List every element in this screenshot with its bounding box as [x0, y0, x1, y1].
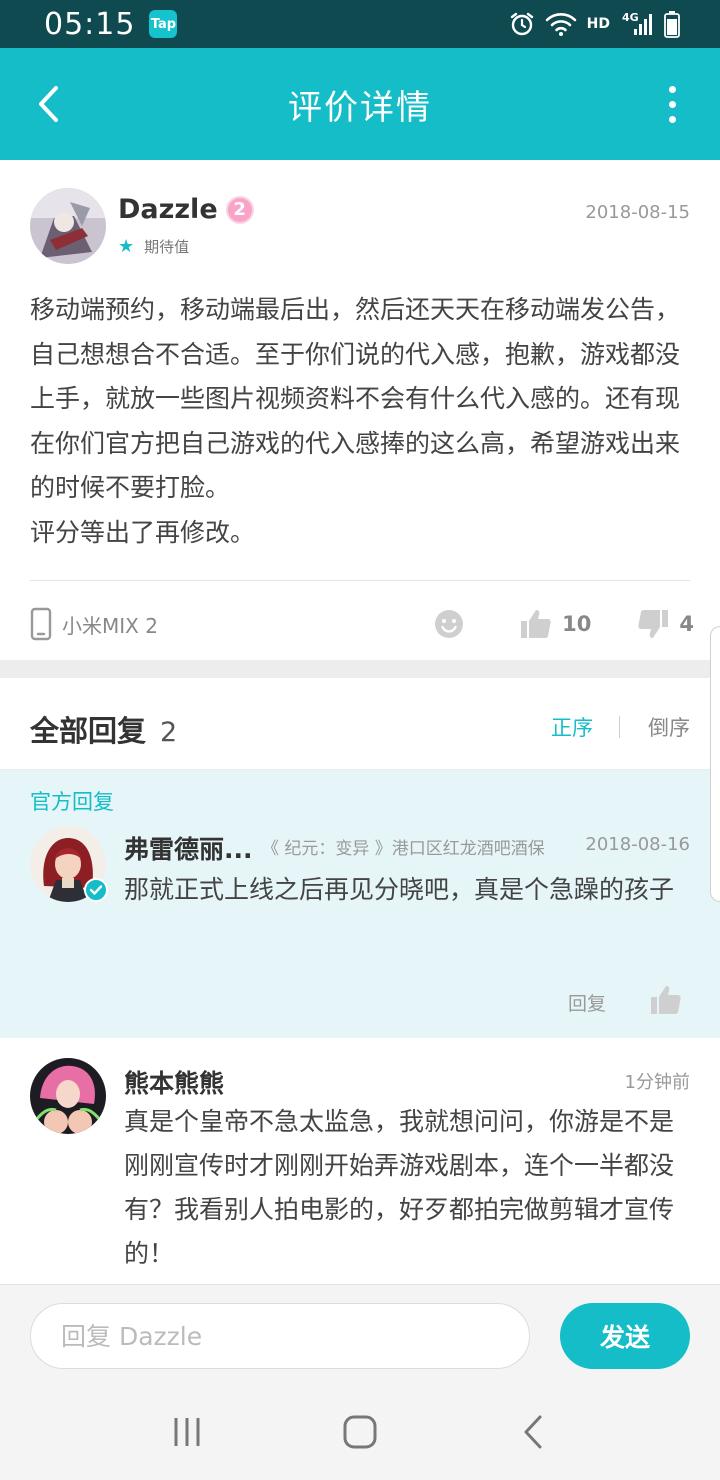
more-dot	[668, 85, 676, 93]
reply-input-bar: 发送	[0, 1284, 720, 1384]
reply-input[interactable]	[30, 1303, 530, 1369]
reviewer-name-text: Dazzle	[118, 194, 218, 225]
level-badge: 2	[225, 195, 254, 224]
app-bar: 评价详情	[0, 48, 720, 160]
reviewer-name[interactable]: Dazzle 2	[118, 194, 254, 225]
system-nav-bar	[0, 1384, 720, 1480]
review-date: 2018-08-15	[585, 202, 690, 223]
back-arrow-icon	[524, 1415, 542, 1449]
more-dot	[668, 115, 676, 123]
replies-title-text: 全部回复	[30, 714, 147, 748]
device-name: 小米MIX 2	[62, 613, 158, 638]
expectation-rating: ★ 期待值	[118, 236, 189, 257]
recent-apps-button[interactable]	[157, 1402, 217, 1462]
wifi-icon	[545, 13, 576, 36]
reply-text: 真是个皇帝不急太监急，我就想问问，你游是不是刚刚宣传时才刚刚开始弄游戏剧本，连个…	[124, 1107, 675, 1268]
review-paragraph: 评分等出了再修改。	[30, 517, 256, 547]
scrollbar[interactable]	[710, 626, 720, 902]
thumbs-down-icon	[638, 610, 669, 638]
sort-divider	[619, 716, 620, 738]
page-title: 评价详情	[288, 87, 432, 128]
sort-ascending-button[interactable]: 正序	[551, 712, 593, 742]
tap-app-icon: Tap	[149, 10, 178, 38]
home-button[interactable]	[330, 1402, 390, 1462]
reply-avatar[interactable]	[30, 1058, 106, 1134]
verified-badge-icon	[84, 878, 108, 902]
official-avatar[interactable]	[30, 826, 108, 902]
review-actions: 10 4	[434, 608, 694, 640]
emoji-button[interactable]	[434, 609, 464, 639]
official-reply-text: 那就正式上线之后再见分晓吧，真是个急躁的孩子	[124, 875, 675, 904]
official-like-button[interactable]	[650, 984, 682, 1021]
dislike-button[interactable]: 4	[637, 608, 694, 640]
sort-control: 正序 倒序	[551, 712, 690, 742]
reply-item: 熊本熊熊 1分钟前 真是个皇帝不急太监急，我就想问问，你游是不是刚刚宣传时才刚刚…	[0, 1038, 720, 1284]
status-bar: 05:15 Tap HD 4G	[0, 0, 720, 48]
like-button[interactable]: 10	[520, 608, 591, 640]
device-info: 小米MIX 2	[30, 607, 158, 641]
dislike-count: 4	[679, 612, 694, 636]
expectation-label: 期待值	[144, 238, 190, 256]
system-back-button[interactable]	[503, 1402, 563, 1462]
recent-apps-icon	[174, 1418, 200, 1446]
alarm-icon	[510, 12, 533, 36]
sort-descending-button[interactable]: 倒序	[648, 712, 690, 742]
like-count: 10	[562, 612, 592, 636]
reviewer-avatar[interactable]	[30, 188, 106, 264]
home-icon	[343, 1415, 377, 1449]
replies-count: 2	[160, 717, 178, 748]
review-paragraph: 移动端预约，移动端最后出，然后还天天在移动端发公告，自己想想合不合适。至于你们说…	[30, 295, 681, 502]
review-footer: 小米MIX 2 10 4	[30, 602, 694, 646]
section-separator	[0, 660, 720, 678]
network-label: 4G	[622, 11, 639, 24]
more-options-button[interactable]	[660, 78, 684, 130]
thumbs-up-icon	[651, 986, 681, 1014]
official-reply-date: 2018-08-16	[585, 834, 690, 855]
official-reply-tag: 官方回复	[30, 790, 114, 814]
status-time: 05:15	[44, 6, 136, 42]
official-reply-name[interactable]: 弗雷德丽...	[124, 830, 253, 866]
status-icons: HD 4G	[509, 10, 680, 38]
battery-icon	[664, 11, 680, 38]
phone-icon	[30, 607, 52, 641]
official-reply: 官方回复 弗雷德丽... 《 纪元：变异 》港口区红龙酒吧酒保 2018-08-…	[0, 770, 720, 1038]
review-body: 移动端预约，移动端最后出，然后还天天在移动端发公告，自己想想合不合适。至于你们说…	[30, 288, 690, 555]
star-icon: ★	[118, 236, 135, 257]
hd-label: HD	[586, 16, 610, 32]
send-button[interactable]: 发送	[560, 1303, 690, 1369]
chevron-left-icon	[39, 86, 58, 122]
official-reply-title: 《 纪元：变异 》港口区红龙酒吧酒保	[262, 839, 545, 859]
more-dot	[668, 100, 676, 108]
thumbs-up-icon	[521, 610, 551, 638]
official-reply-actions: 回复	[568, 984, 682, 1021]
replies-title: 全部回复 2	[30, 708, 177, 750]
reply-button[interactable]: 回复	[568, 989, 606, 1016]
replies-header: 全部回复 2 正序 倒序	[0, 678, 720, 770]
reply-time: 1分钟前	[624, 1072, 690, 1093]
back-button[interactable]	[24, 78, 72, 130]
signal-icon: 4G	[622, 11, 652, 35]
reply-name[interactable]: 熊本熊熊	[124, 1064, 224, 1100]
divider	[30, 580, 690, 581]
smiley-icon	[435, 610, 464, 638]
review-card: Dazzle 2 ★ 期待值 2018-08-15 移动端预约，移动端最后出，然…	[0, 160, 720, 660]
